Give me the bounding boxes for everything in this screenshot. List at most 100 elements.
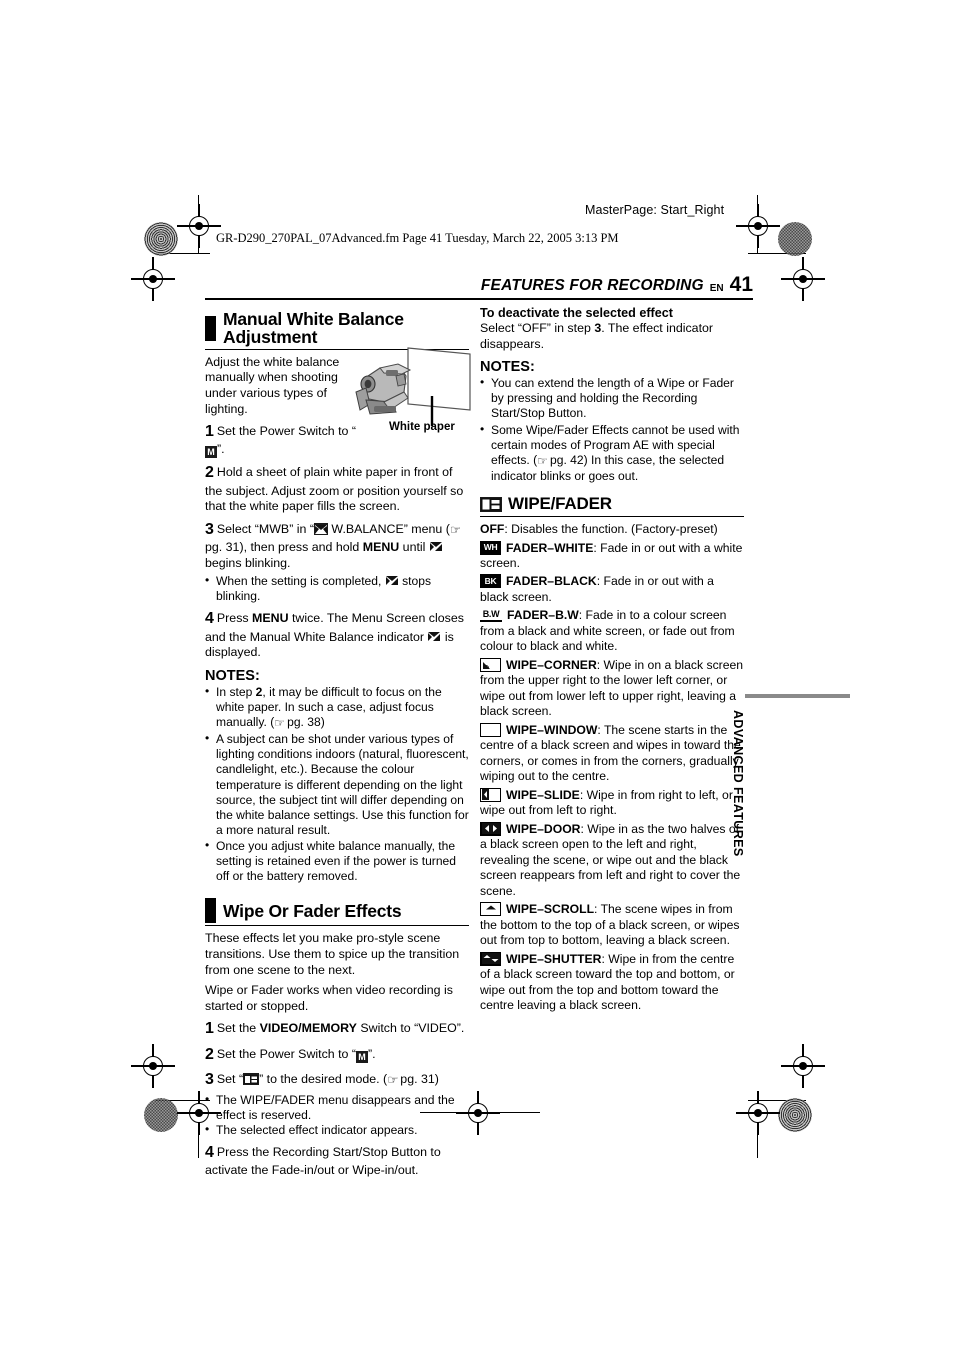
- option-label: OFF: [480, 522, 505, 537]
- step-text: Set the: [216, 1021, 260, 1036]
- option-label: FADER–WHITE: [506, 540, 594, 555]
- step-4: 4 Press the Recording Start/Stop Button t…: [205, 1143, 469, 1179]
- step-number: 4: [205, 610, 214, 628]
- step-number: 3: [205, 1070, 214, 1088]
- page-reference-icon: ☞: [274, 716, 286, 731]
- option-label: WIPE–CORNER: [506, 657, 597, 672]
- step-1: 1 Set the Power Switch to “ M”.: [205, 422, 357, 459]
- step-number: 3: [205, 520, 214, 538]
- option-label: WIPE–WINDOW: [506, 722, 598, 737]
- left-column: Manual White Balance Adjustment Adjust t…: [205, 310, 469, 1182]
- step-text-b: W.BALANCE” menu (: [327, 521, 450, 536]
- wipe-slide-icon: [480, 787, 501, 802]
- step-text: Press: [216, 611, 253, 626]
- registration-mark-left-lower: [131, 1044, 175, 1088]
- step-text: Set “: [216, 1071, 244, 1086]
- page-reference: pg. 31: [400, 1071, 435, 1086]
- step-text-b: ” to the desired mode. (: [259, 1071, 388, 1086]
- list-item: The selected effect indicator appears.: [205, 1122, 469, 1138]
- wipe-fader-menu-icon: [243, 1072, 260, 1085]
- registration-mark-right-upper: [781, 257, 825, 301]
- list-item: Once you adjust white balance manually, …: [205, 838, 469, 884]
- option-label: FADER–BLACK: [506, 574, 597, 589]
- fader-black-icon: BK: [480, 574, 501, 589]
- option-label: WIPE–SCROLL: [506, 902, 595, 917]
- white-balance-menu-icon: [313, 522, 328, 535]
- section-heading-wipe-or-fader: Wipe Or Fader Effects: [205, 898, 469, 927]
- wipe-fader-option-wipe-scroll: WIPE–SCROLL: The scene wipes in from the…: [480, 902, 744, 948]
- step-3: 3 Set “ ” to the desired mode. (☞ pg. 31): [205, 1070, 469, 1090]
- list-item: The WIPE/FADER menu disappears and the e…: [205, 1092, 469, 1123]
- side-tab-rule: [745, 694, 850, 698]
- mwb-indicator-icon: [385, 575, 399, 587]
- page-reference: pg. 42: [550, 452, 584, 467]
- menu-button-bold: MENU: [252, 611, 289, 626]
- list-item: Some Wipe/Fader Effects cannot be used w…: [480, 422, 744, 484]
- wipe-fader-option-fader-black: BK FADER–BLACK: Fade in or out with a bla…: [480, 574, 744, 605]
- wipe-fader-option-wipe-slide: WIPE–SLIDE: Wipe in from right to left, …: [480, 787, 744, 819]
- section-title: Wipe Or Fader Effects: [223, 900, 402, 921]
- option-label: WIPE–SHUTTER: [506, 951, 602, 966]
- wipe-fader-option-fader-bw: B.W FADER–B.W: Fade in to a colour screen…: [480, 608, 744, 654]
- page-reference-icon: ☞: [537, 453, 548, 468]
- notes-heading: NOTES:: [205, 667, 260, 684]
- option-label: FADER–B.W: [507, 608, 579, 623]
- step-ref: 2: [255, 684, 263, 699]
- wipe-fader-option-fader-white: WH FADER–WHITE: Fade in or out with a whi…: [480, 540, 744, 572]
- icon-label: B.W: [482, 609, 500, 620]
- section-marker-bar: [205, 315, 216, 341]
- halftone-patch-bottom-left: [144, 1098, 178, 1132]
- mwb-indicator-icon: [427, 631, 441, 643]
- deactivate-text-a: Select “OFF” in step: [480, 321, 595, 335]
- wipe-shutter-icon: [480, 951, 501, 966]
- step-text-c: ), then press and hold: [239, 539, 363, 554]
- running-head-language: EN: [709, 282, 724, 294]
- fader-white-icon: WH: [480, 540, 501, 555]
- wipe-corner-icon: [480, 657, 501, 672]
- illustration-caption: White paper: [389, 421, 455, 433]
- wipe-scroll-icon: [480, 902, 501, 917]
- registration-mark-top-left: [177, 204, 221, 248]
- step-text: Hold a sheet of plain white paper in fro…: [205, 465, 464, 514]
- power-switch-m-icon: M: [205, 446, 217, 459]
- wipe-fader-option-off: OFF: Disables the function. (Factory-pre…: [480, 522, 744, 537]
- step-text-tail: ”.: [217, 442, 225, 457]
- step-3: 3 Select “MWB” in “ W.BALANCE” menu (☞ pg.…: [205, 520, 469, 571]
- power-switch-m-icon: M: [356, 1050, 369, 1063]
- option-label: WIPE–SLIDE: [506, 787, 580, 802]
- wipe-window-icon: [480, 722, 501, 737]
- step-text: Select “MWB” in “: [216, 521, 314, 536]
- intro-paragraph: Adjust the white balance manually when s…: [205, 354, 340, 416]
- page-reference: pg. 31: [205, 539, 240, 554]
- wipe-door-icon: [480, 821, 501, 836]
- registration-mark-bottom-right: [736, 1091, 780, 1135]
- icon-label: WH: [483, 542, 498, 553]
- step-3-bullets: When the setting is completed, stops bli…: [205, 573, 469, 604]
- section-title: WIPE/FADER: [508, 494, 612, 514]
- step-number: 1: [205, 423, 214, 441]
- running-head-title: FEATURES FOR RECORDING: [480, 276, 704, 294]
- list-item: In step 2, it may be difficult to focus …: [205, 684, 469, 731]
- step-number: 2: [205, 464, 214, 482]
- step-2: 2 Set the Power Switch to “M”.: [205, 1045, 469, 1065]
- source-file-line: GR-D290_270PAL_07Advanced.fm Page 41 Tue…: [216, 231, 619, 245]
- mwb-indicator-icon: [429, 541, 443, 553]
- step-3-bullets: The WIPE/FADER menu disappears and the e…: [205, 1092, 469, 1138]
- halftone-patch-top-left: [144, 222, 178, 256]
- deactivate-heading: To deactivate the selected effect: [480, 306, 673, 320]
- page-reference-icon: ☞: [387, 1072, 399, 1087]
- step-text-e: begins blinking.: [205, 555, 291, 570]
- step-4: 4 Press MENU twice. The Menu Screen close…: [205, 609, 469, 660]
- masterpage-label: MasterPage: Start_Right: [585, 203, 725, 217]
- notes-list: You can extend the length of a Wipe or F…: [480, 375, 744, 484]
- option-desc: : Disables the function. (Factory-preset…: [504, 522, 718, 537]
- wipe-fader-option-wipe-corner: WIPE–CORNER: Wipe in on a black screen f…: [480, 657, 744, 720]
- list-item: A subject can be shot under various type…: [205, 731, 469, 838]
- page-reference: pg. 38: [287, 715, 321, 730]
- step-text: Set the Power Switch to “: [216, 424, 357, 439]
- intro-paragraph-2: Wipe or Fader works when video recording…: [205, 983, 453, 1013]
- step-text: Set the Power Switch to “: [216, 1046, 357, 1061]
- step-2: 2 Hold a sheet of plain white paper in fr…: [205, 463, 469, 514]
- step-number: 2: [205, 1045, 214, 1063]
- step-text-d: until: [399, 539, 429, 554]
